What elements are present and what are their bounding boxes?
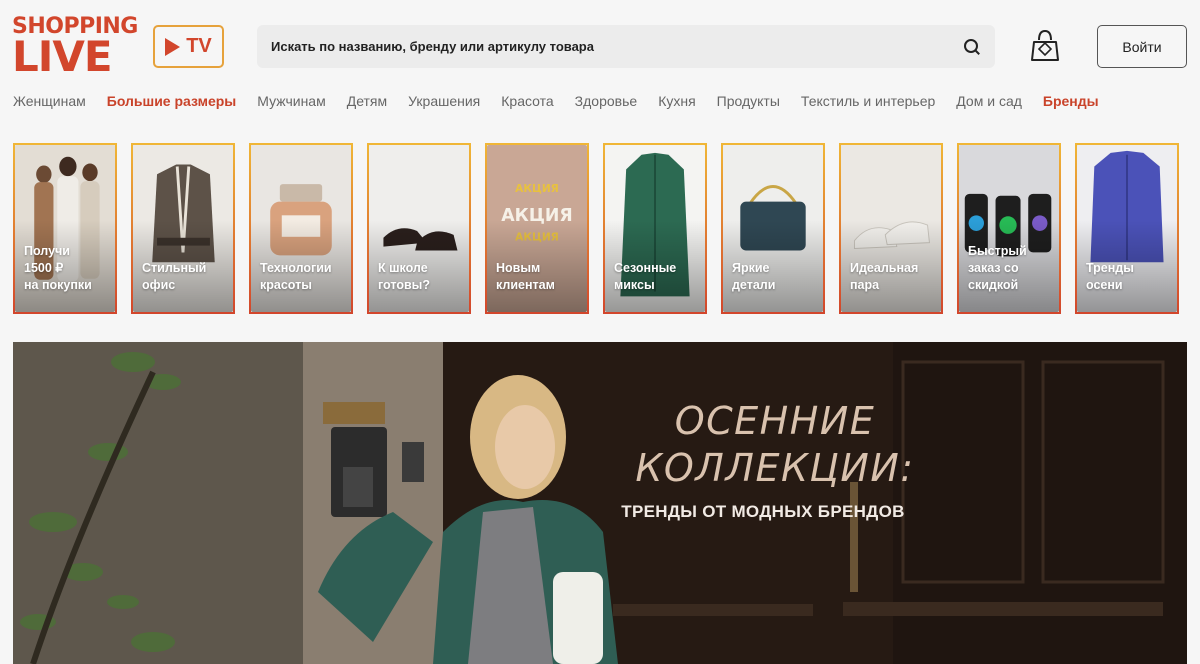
story-card[interactable]: Получи 1500 ₽ на покупки bbox=[13, 143, 117, 314]
nav-item[interactable]: Женщинам bbox=[13, 91, 86, 111]
story-caption: Технологии красоты bbox=[260, 261, 332, 292]
story-caption: Получи 1500 ₽ на покупки bbox=[24, 244, 92, 292]
banner-title-line2: КОЛЛЕКЦИИ: bbox=[635, 446, 915, 490]
nav-item[interactable]: Дом и сад bbox=[956, 91, 1022, 111]
banner-subtitle: ТРЕНДЫ ОТ МОДНЫХ БРЕНДОВ bbox=[621, 502, 905, 521]
search-icon[interactable] bbox=[963, 38, 981, 56]
story-caption: Сезонные миксы bbox=[614, 261, 677, 292]
story-caption: Тренды осени bbox=[1086, 261, 1134, 292]
story-caption: К школе готовы? bbox=[378, 261, 430, 292]
story-card[interactable]: Тренды осени bbox=[1075, 143, 1179, 314]
shopping-bag-icon[interactable] bbox=[1030, 28, 1060, 62]
story-caption: Новым клиентам bbox=[496, 261, 555, 292]
stories-row: Получи 1500 ₽ на покупки Стильный офис Тех… bbox=[13, 143, 1179, 314]
story-card[interactable]: К школе готовы? bbox=[367, 143, 471, 314]
nav-item[interactable]: Большие размеры bbox=[107, 91, 237, 111]
shopping-live-logo[interactable]: SHOPPING LIVE bbox=[12, 16, 138, 78]
banner-title: ОСЕННИЕ КОЛЛЕКЦИИ: bbox=[625, 398, 925, 492]
banner-title-line1: ОСЕННИЕ bbox=[674, 399, 876, 443]
nav-item[interactable]: Красота bbox=[501, 91, 553, 111]
story-card[interactable]: Быстрый заказ со скидкой bbox=[957, 143, 1061, 314]
story-card[interactable]: АКЦИЯАКЦИЯАКЦИЯНовым клиентам bbox=[485, 143, 589, 314]
story-card[interactable]: Яркие детали bbox=[721, 143, 825, 314]
autumn-collections-banner[interactable]: ОСЕННИЕ КОЛЛЕКЦИИ: ТРЕНДЫ ОТ МОДНЫХ БРЕН… bbox=[13, 342, 1187, 664]
story-caption: Яркие детали bbox=[732, 261, 776, 292]
nav-item[interactable]: Продукты bbox=[717, 91, 780, 111]
story-caption: Идеальная пара bbox=[850, 261, 919, 292]
tv-button[interactable]: TV bbox=[153, 25, 224, 68]
nav-item[interactable]: Текстиль и интерьер bbox=[801, 91, 935, 111]
tv-label: TV bbox=[186, 35, 212, 57]
search-bar bbox=[257, 25, 995, 68]
logo-line2: LIVE bbox=[12, 32, 113, 81]
search-input[interactable] bbox=[271, 39, 963, 54]
story-card[interactable]: Сезонные миксы bbox=[603, 143, 707, 314]
nav-item[interactable]: Кухня bbox=[658, 91, 695, 111]
nav-item[interactable]: Здоровье bbox=[575, 91, 638, 111]
story-card[interactable]: Стильный офис bbox=[131, 143, 235, 314]
login-button[interactable]: Войти bbox=[1097, 25, 1187, 68]
nav-item[interactable]: Мужчинам bbox=[257, 91, 325, 111]
page: SHOPPING LIVE TV Войти Женщинам Большие р… bbox=[0, 0, 1200, 664]
story-card[interactable]: Идеальная пара bbox=[839, 143, 943, 314]
story-caption: Стильный офис bbox=[142, 261, 207, 292]
nav-item[interactable]: Бренды bbox=[1043, 91, 1099, 111]
nav-item[interactable]: Детям bbox=[347, 91, 387, 111]
category-nav: Женщинам Большие размеры Мужчинам Детям Укра… bbox=[13, 91, 1120, 111]
nav-item[interactable]: Украшения bbox=[408, 91, 480, 111]
story-caption: Быстрый заказ со скидкой bbox=[968, 244, 1027, 292]
play-icon bbox=[165, 37, 181, 56]
banner-photo bbox=[13, 342, 1187, 664]
story-card[interactable]: Технологии красоты bbox=[249, 143, 353, 314]
